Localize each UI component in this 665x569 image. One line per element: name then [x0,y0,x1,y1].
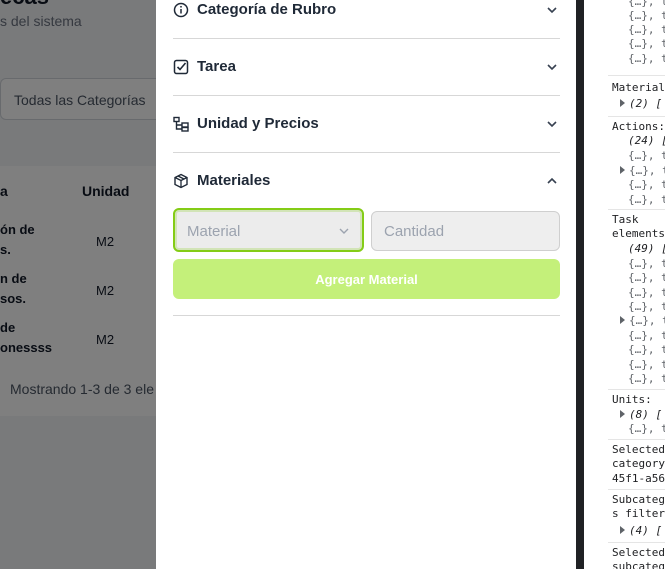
console-line: {…}, t [628,271,665,284]
section-label: Unidad y Precios [197,115,319,132]
console-line[interactable]: {…}, t [620,164,665,178]
page-subtitle: s del sistema [0,13,82,29]
console-line: {…}, t [628,23,665,36]
row-name-line2: onessss [0,340,53,355]
console-separator [608,116,665,117]
row-name-line1: n de [0,271,27,286]
console-line: {…}, t [628,178,665,191]
console-line: Units: [612,393,652,406]
console-line: {…}, t [628,0,665,8]
console-line: {…}, t [628,149,665,162]
row-name-line1: ón de [0,222,35,237]
background-page: ecas s del sistema Todas las Categorías … [0,0,156,569]
console-line: {…}, t [628,257,665,270]
chevron-down-icon [547,121,557,128]
console-line: {…}, t [628,422,665,435]
table-header-unit: Unidad [82,183,130,199]
console-line: Selected [612,546,665,559]
checkbox-icon [173,59,189,75]
task-drawer: Categoría de Rubro Tarea Unidad y Precio… [156,0,576,569]
page-title: ecas [0,0,49,10]
section-unidad-precios[interactable]: Unidad y Precios [173,95,560,153]
chevron-down-icon [339,228,349,234]
console-line[interactable]: {…}, t [620,314,665,328]
console-line: s filter [612,507,665,520]
devtools-console: {…}, t {…}, t {…}, t {…}, t {…}, t Mater… [584,0,665,569]
console-line: Task [612,213,639,226]
console-line: {…}, t [628,329,665,342]
console-line: Selected [612,443,665,456]
console-line: {…}, t [628,9,665,22]
console-separator [608,389,665,390]
console-line: (49) [ [628,242,665,255]
info-circle-icon [173,2,189,18]
console-line: elements [612,227,665,240]
console-line: 45f1-a56 [612,472,665,485]
console-line[interactable]: (8) [ [620,408,662,422]
pagination-summary: Mostrando 1-3 de 3 ele [10,381,154,397]
material-select-placeholder: Material [187,223,241,240]
section-categoria-rubro[interactable]: Categoría de Rubro [173,0,560,39]
console-line: (24) [ [628,134,665,147]
section-label: Categoría de Rubro [197,1,337,18]
row-name-line2: sos. [0,291,27,306]
console-line: {…}, t [628,300,665,313]
console-line: {…}, t [628,193,665,206]
row-name-line1: de [0,320,16,335]
expand-triangle-icon [620,316,625,324]
package-icon [174,173,188,189]
table-header-name: a [0,183,8,199]
console-separator [608,542,665,543]
section-materiales[interactable]: Materiales [173,152,560,209]
console-line: {…}, t [628,343,665,356]
console-line[interactable]: (4) [ [620,524,662,538]
category-filter-select[interactable]: Todas las Categorías [0,78,156,120]
console-line: {…}, t [628,37,665,50]
category-filter-value: Todas las Categorías [14,92,146,108]
row-unit: M2 [96,234,115,249]
console-line: category [612,457,665,470]
chevron-down-icon [547,64,557,71]
console-line: {…}, t [628,358,665,371]
console-line: Subcateg [612,493,665,506]
console-line: subcateg [612,560,665,569]
console-line: {…}, t [628,286,665,299]
expand-triangle-icon [620,526,625,534]
row-name-line2: s. [0,242,11,257]
material-select[interactable]: Material [173,208,364,252]
chevron-up-icon [547,177,557,184]
console-line: Material [612,81,665,94]
chevron-down-icon [547,7,557,14]
devtools-splitter[interactable] [576,0,584,569]
row-unit: M2 [96,332,115,347]
section-label: Materiales [197,172,271,189]
hierarchy-icon [173,116,189,132]
divider [173,315,560,316]
console-line: {…}, t [628,52,665,65]
tasks-table: a Unidad ón de s. M2 n de sos. M2 de one… [0,166,156,416]
quantity-input[interactable] [371,211,560,251]
console-line: Actions: [612,120,665,133]
expand-triangle-icon [620,166,625,174]
expand-triangle-icon [620,410,625,418]
row-unit: M2 [96,283,115,298]
console-separator [608,439,665,440]
section-tarea[interactable]: Tarea [173,38,560,96]
console-line: {…}, t [628,372,665,385]
console-separator [608,75,665,76]
console-separator [608,209,665,210]
console-line[interactable]: (2) [ [620,97,662,111]
expand-triangle-icon [620,99,625,107]
section-label: Tarea [197,58,236,75]
add-material-button[interactable]: Agregar Material [173,259,560,299]
console-separator [608,489,665,490]
